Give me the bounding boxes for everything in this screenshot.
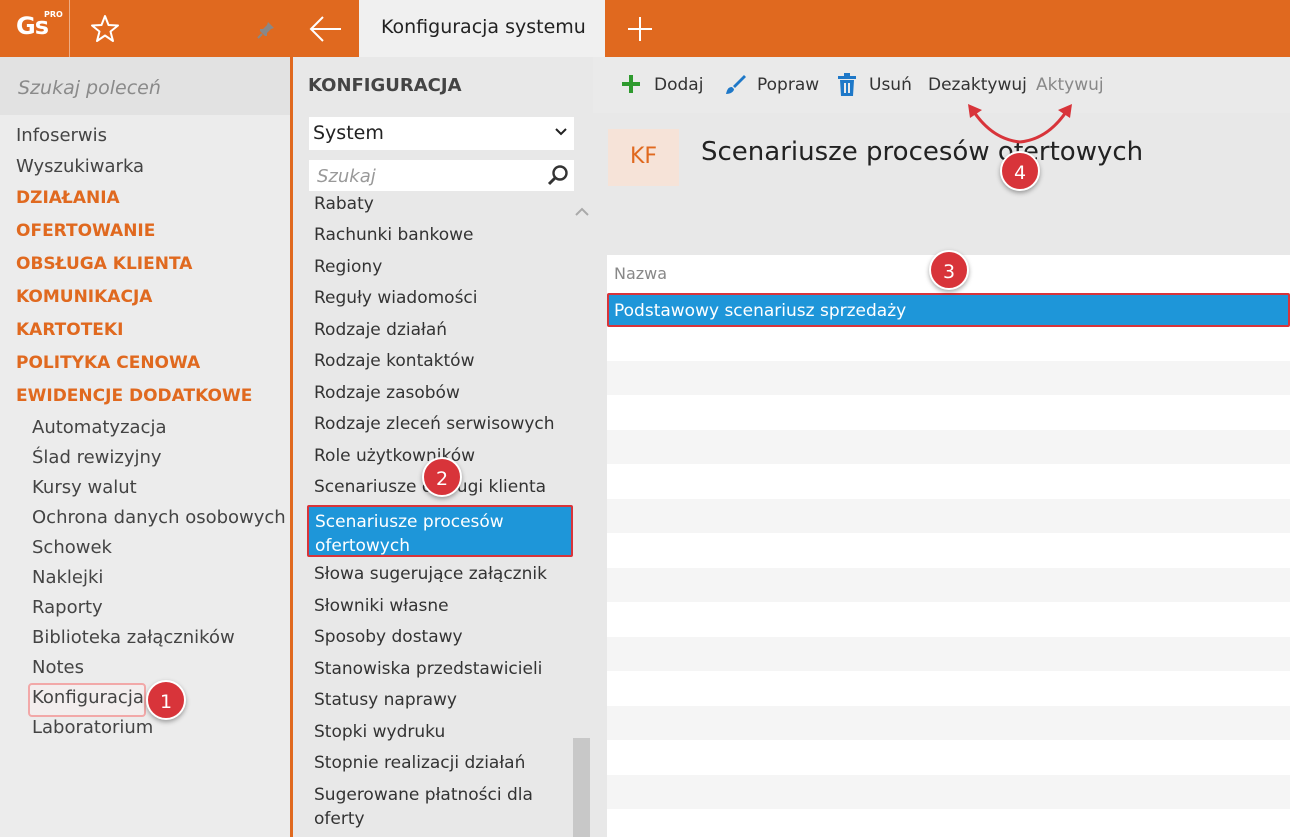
- new-tab-plus-icon[interactable]: [622, 12, 658, 46]
- back-arrow-icon[interactable]: [293, 0, 359, 57]
- column-header-nazwa: Nazwa: [614, 264, 668, 283]
- grid-empty-row: [607, 706, 1290, 740]
- list-item[interactable]: Słowa sugerujące załącznik: [314, 564, 547, 584]
- nav-category-komunikacja[interactable]: KOMUNIKACJA: [16, 287, 152, 307]
- logo-divider: [69, 0, 70, 57]
- list-item[interactable]: Rodzaje działań: [314, 320, 447, 340]
- nav-wyszukiwarka[interactable]: Wyszukiwarka: [16, 156, 144, 177]
- config-area-value: System: [313, 122, 384, 144]
- nav-category-polityka-cenowa[interactable]: POLITYKA CENOWA: [16, 353, 200, 373]
- list-item[interactable]: Statusy naprawy: [314, 690, 457, 710]
- delete-button[interactable]: Usuń: [869, 75, 912, 95]
- records-grid: [607, 255, 1290, 837]
- nav-automatyzacja[interactable]: Automatyzacja: [32, 417, 166, 438]
- edit-button[interactable]: Popraw: [757, 75, 819, 95]
- brush-icon: [726, 75, 746, 94]
- grid-empty-row: [607, 499, 1290, 533]
- activate-button[interactable]: Aktywuj: [1036, 75, 1104, 95]
- annotation-badge-1: 1: [146, 680, 186, 720]
- nav-infoserwis[interactable]: Infoserwis: [16, 125, 107, 146]
- nav-category-kartoteki[interactable]: KARTOTEKI: [16, 320, 123, 340]
- nav-category-ofertowanie[interactable]: OFERTOWANIE: [16, 221, 155, 241]
- list-item[interactable]: Słowniki własne: [314, 596, 449, 616]
- nav-konfiguracja[interactable]: Konfiguracja: [32, 687, 144, 708]
- list-item[interactable]: Stopki wydruku: [314, 722, 445, 742]
- module-badge-text: KF: [629, 144, 658, 169]
- list-item[interactable]: Regiony: [314, 257, 382, 277]
- trash-icon: [838, 73, 856, 96]
- plus-icon: [622, 75, 640, 93]
- nav-naklejki[interactable]: Naklejki: [32, 567, 103, 588]
- scrollbar-thumb[interactable]: [573, 738, 590, 837]
- deactivate-button[interactable]: Dezaktywuj: [928, 75, 1027, 95]
- tab-konfiguracja-systemu[interactable]: Konfiguracja systemu: [359, 0, 605, 57]
- add-button[interactable]: Dodaj: [654, 75, 703, 95]
- config-search-input[interactable]: Szukaj: [309, 160, 574, 191]
- nav-biblioteka-zalacznikow[interactable]: Biblioteka załączników: [32, 627, 235, 648]
- list-item[interactable]: Rodzaje kontaktów: [314, 351, 474, 371]
- list-item-selected[interactable]: Scenariusze procesów ofertowych: [307, 505, 573, 557]
- pin-icon[interactable]: [256, 20, 276, 44]
- nav-laboratorium[interactable]: Laboratorium: [32, 717, 153, 738]
- annotation-badge-2: 2: [422, 457, 462, 497]
- nav-notes[interactable]: Notes: [32, 657, 84, 678]
- grid-empty-row: [607, 775, 1290, 809]
- list-item[interactable]: Sugerowane płatności dla: [314, 785, 533, 805]
- list-item-continuation[interactable]: oferty: [314, 809, 365, 829]
- search-icon[interactable]: [546, 164, 570, 188]
- command-search[interactable]: Szukaj poleceń: [0, 57, 290, 115]
- row-name-cell: Podstawowy scenariusz sprzedaży: [614, 301, 907, 321]
- config-panel-title: KONFIGURACJA: [308, 75, 462, 96]
- list-item[interactable]: Rodzaje zasobów: [314, 383, 460, 403]
- nav-schowek[interactable]: Schowek: [32, 537, 112, 558]
- nav-kursy-walut[interactable]: Kursy walut: [32, 477, 137, 498]
- grid-empty-row: [607, 637, 1290, 671]
- grid-empty-row: [607, 430, 1290, 464]
- list-item[interactable]: Sposoby dostawy: [314, 627, 463, 647]
- list-item[interactable]: Rachunki bankowe: [314, 225, 473, 245]
- tab-title: Konfiguracja systemu: [381, 16, 586, 38]
- chevron-down-icon: [555, 128, 567, 136]
- nav-category-obsluga-klienta[interactable]: OBSŁUGA KLIENTA: [16, 254, 192, 274]
- scroll-up-chevron-icon[interactable]: [574, 205, 590, 219]
- nav-slad-rewizyjny[interactable]: Ślad rewizyjny: [32, 447, 162, 468]
- favorites-star-icon[interactable]: [88, 12, 122, 46]
- list-item[interactable]: Reguły wiadomości: [314, 288, 478, 308]
- nav-category-dzialania[interactable]: DZIAŁANIA: [16, 188, 120, 208]
- grid-empty-row: [607, 568, 1290, 602]
- selected-item-label: Scenariusze procesów ofertowych: [315, 512, 504, 556]
- list-item[interactable]: Rodzaje zleceń serwisowych: [314, 414, 555, 434]
- module-badge: KF: [608, 129, 679, 186]
- config-area-select[interactable]: System: [309, 117, 574, 150]
- list-item[interactable]: Stanowiska przedstawicieli: [314, 659, 542, 679]
- nav-ochrona-danych[interactable]: Ochrona danych osobowych: [32, 507, 286, 528]
- annotation-arrows: [968, 104, 1072, 144]
- annotation-badge-4: 4: [1000, 151, 1040, 191]
- app-logo[interactable]: Gs PRO: [0, 0, 68, 57]
- nav-category-ewidencje-dodatkowe[interactable]: EWIDENCJE DODATKOWE: [16, 386, 252, 406]
- grid-empty-row: [607, 361, 1290, 395]
- config-list: Rabaty Rachunki bankowe Regiony Reguły w…: [293, 194, 573, 837]
- config-search-placeholder: Szukaj: [317, 166, 376, 187]
- table-row-selected[interactable]: Podstawowy scenariusz sprzedaży: [607, 293, 1290, 327]
- command-search-placeholder: Szukaj poleceń: [18, 77, 161, 99]
- list-item[interactable]: Rabaty: [314, 194, 374, 214]
- annotation-badge-3: 3: [929, 250, 969, 290]
- logo-sup: PRO: [44, 10, 63, 19]
- list-item[interactable]: Stopnie realizacji działań: [314, 753, 525, 773]
- nav-raporty[interactable]: Raporty: [32, 597, 103, 618]
